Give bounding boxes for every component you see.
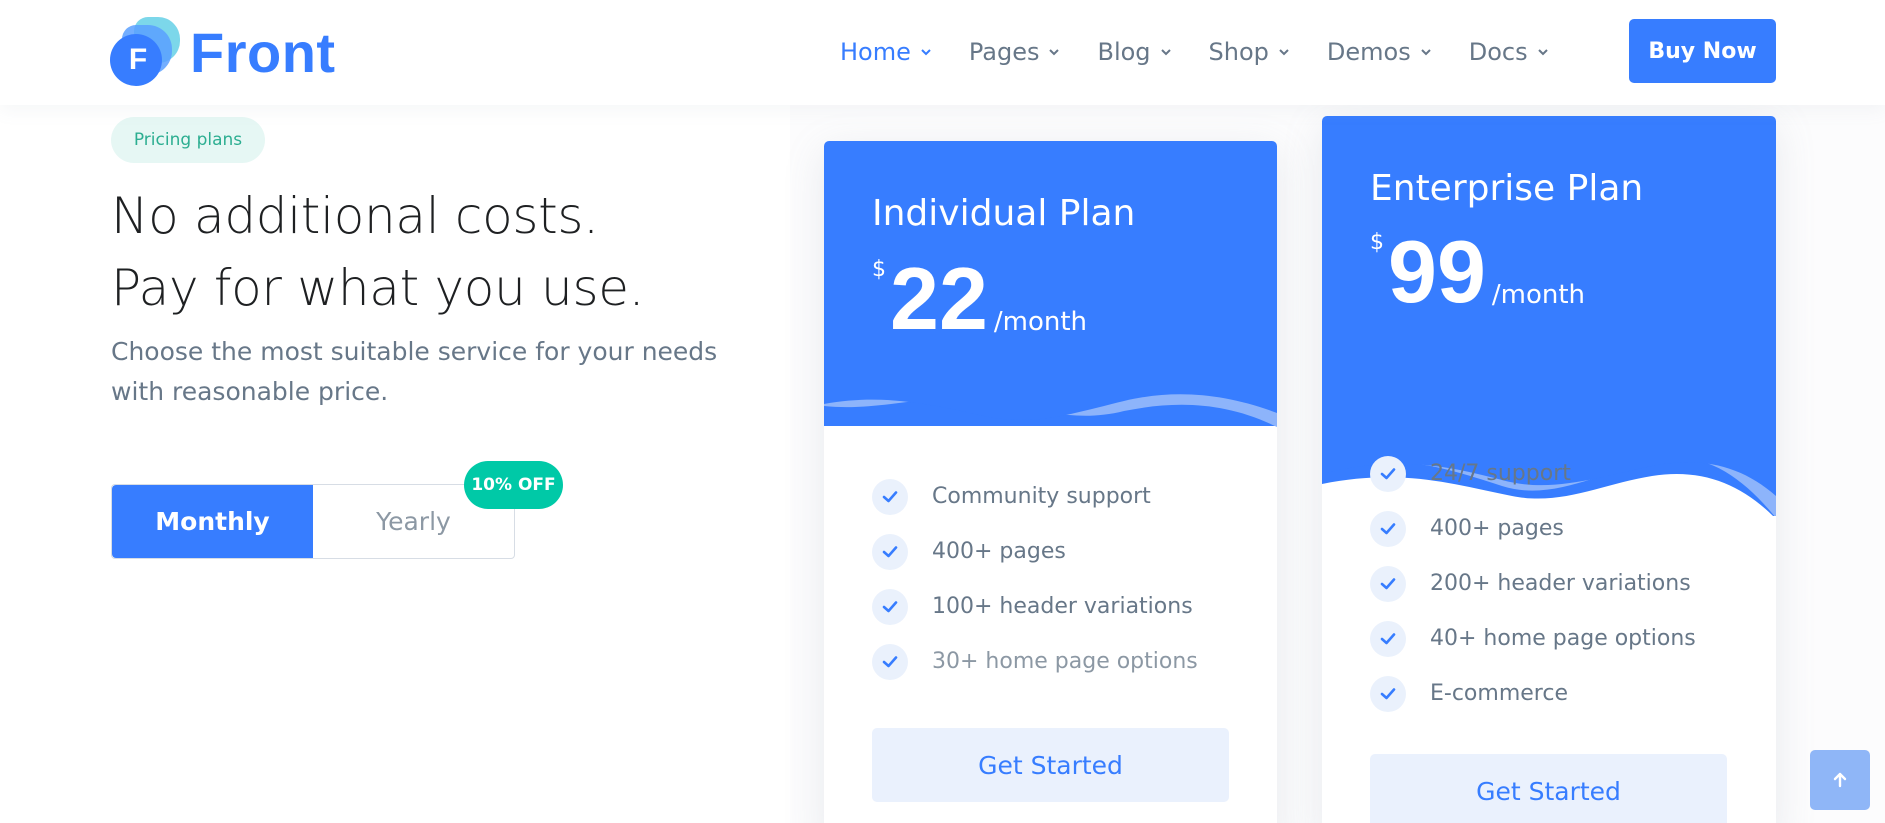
nav-item-label: Docs [1468, 38, 1528, 66]
nav-item-label: Pages [968, 38, 1040, 66]
list-item: 200+ header variations [1370, 556, 1696, 611]
brand-logo[interactable]: F Front [110, 17, 336, 87]
lead-text: Choose the most suitable service for you… [111, 337, 718, 406]
check-icon [1370, 675, 1406, 712]
plan-name: Individual Plan [872, 193, 1136, 234]
title-line-1: No additional costs. [111, 187, 599, 245]
pricing-card-enterprise: Enterprise Plan $ 99 /month 24/7 support… [1322, 116, 1776, 823]
feature-text: 30+ home page options [932, 649, 1198, 674]
feature-text: 40+ home page options [1430, 626, 1696, 651]
pricing-plans-badge: Pricing plans [111, 117, 265, 163]
list-item: 100+ header variations [872, 579, 1198, 634]
main-nav: Home Pages Blog Shop Demos Docs [840, 30, 1586, 74]
price-amount: 22 [890, 249, 988, 348]
check-icon [872, 588, 908, 625]
price-amount: 99 [1388, 222, 1486, 321]
nav-item-label: Demos [1326, 38, 1411, 66]
chevron-down-icon [1279, 49, 1289, 56]
pricing-card-individual: Individual Plan $ 22 /month Community su… [824, 141, 1277, 823]
brand-name: Front [190, 20, 336, 84]
price-period: /month [993, 307, 1088, 337]
nav-item-home[interactable]: Home [840, 38, 933, 66]
monthly-toggle-button[interactable]: Monthly [112, 485, 313, 558]
scroll-to-top-button[interactable] [1810, 750, 1870, 810]
feature-list: Community support 400+ pages 100+ header… [872, 469, 1198, 689]
billing-toggle: Monthly Yearly [111, 484, 515, 559]
wave-decoration [824, 371, 1277, 427]
get-started-button[interactable]: Get Started [872, 728, 1229, 802]
logo-mark-icon: F [110, 17, 182, 87]
plan-price: $ 99 /month [1370, 222, 1586, 321]
price-currency: $ [1370, 230, 1384, 255]
check-icon [1370, 510, 1406, 547]
price-currency: $ [872, 257, 886, 282]
plan-name: Enterprise Plan [1370, 168, 1644, 209]
chevron-down-icon [1537, 49, 1548, 56]
get-started-button[interactable]: Get Started [1370, 754, 1727, 823]
feature-text: 400+ pages [932, 539, 1066, 564]
list-item: 40+ home page options [1370, 611, 1696, 666]
feature-list: 24/7 support 400+ pages 200+ header vari… [1370, 446, 1696, 721]
chevron-down-icon [921, 49, 931, 56]
nav-item-shop[interactable]: Shop [1209, 38, 1291, 66]
chevron-down-icon [1160, 49, 1171, 56]
nav-item-label: Blog [1097, 38, 1151, 66]
discount-badge: 10% OFF [464, 461, 563, 509]
list-item: E-commerce [1370, 666, 1696, 721]
feature-text: 24/7 support [1430, 461, 1571, 486]
feature-text: 400+ pages [1430, 516, 1564, 541]
feature-text: 100+ header variations [932, 594, 1193, 619]
feature-text: 200+ header variations [1430, 571, 1691, 596]
nav-item-docs[interactable]: Docs [1469, 38, 1550, 66]
chevron-down-icon [1049, 49, 1060, 56]
list-item: 400+ pages [1370, 501, 1696, 556]
list-item: 400+ pages [872, 524, 1198, 579]
nav-item-label: Shop [1208, 38, 1269, 66]
list-item: 24/7 support [1370, 446, 1696, 501]
check-icon [872, 643, 908, 680]
check-icon [872, 478, 908, 515]
nav-item-demos[interactable]: Demos [1327, 38, 1433, 66]
nav-item-blog[interactable]: Blog [1097, 38, 1172, 66]
nav-item-pages[interactable]: Pages [969, 38, 1062, 66]
arrow-up-icon [1833, 772, 1847, 788]
title-line-2: Pay for what you use. [111, 259, 645, 317]
check-icon [1370, 455, 1406, 492]
nav-item-label: Home [840, 38, 911, 66]
page-title: No additional costs. Pay for what you us… [111, 180, 645, 324]
site-header: F Front Home Pages Blog Shop Demos Docs [0, 0, 1885, 105]
check-icon [1370, 620, 1406, 657]
chevron-down-icon [1421, 49, 1431, 56]
check-icon [872, 533, 908, 570]
list-item: Community support [872, 469, 1198, 524]
check-icon [1370, 565, 1406, 602]
feature-text: Community support [932, 484, 1151, 509]
feature-text: E-commerce [1430, 681, 1568, 706]
buy-now-button[interactable]: Buy Now [1629, 19, 1776, 83]
logo-letter: F [128, 43, 148, 76]
list-item: 30+ home page options [872, 634, 1198, 689]
plan-price: $ 22 /month [872, 249, 1088, 348]
price-period: /month [1491, 280, 1586, 310]
